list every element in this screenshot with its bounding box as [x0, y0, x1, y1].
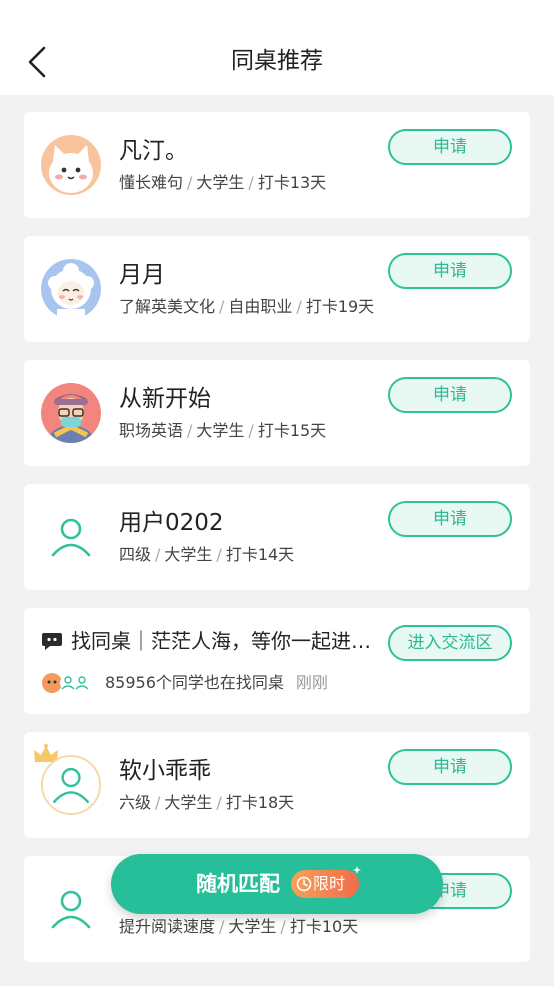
- avatar[interactable]: [41, 259, 101, 319]
- user-tags: 职场英语 / 大学生 / 打卡15天: [119, 420, 326, 442]
- promo-subtitle-row: 85956个同学也在找同桌 刚刚: [41, 672, 328, 694]
- limited-time-badge: 限时: [291, 866, 361, 898]
- tag-goal: 六级: [119, 793, 152, 812]
- promo-title-row: 找同桌｜茫茫人海，等你一起进…: [41, 626, 381, 656]
- default-user-icon: [41, 507, 101, 567]
- list-item[interactable]: 凡汀。 懂长难句 / 大学生 / 打卡13天 申请: [24, 112, 530, 218]
- user-name: 月月: [119, 262, 165, 288]
- tag-goal: 了解英美文化: [119, 297, 216, 316]
- avatar[interactable]: [41, 755, 101, 815]
- user-tags: 六级 / 大学生 / 打卡18天: [119, 792, 294, 814]
- cat-avatar-icon: [41, 135, 101, 195]
- mini-avatars-icon: [42, 673, 90, 693]
- timestamp: 刚刚: [295, 673, 328, 692]
- apply-button[interactable]: 申请: [388, 377, 512, 413]
- separator: /: [296, 297, 302, 316]
- enter-community-button[interactable]: 进入交流区: [388, 625, 512, 661]
- separator: /: [155, 793, 161, 812]
- user-tags: 四级 / 大学生 / 打卡14天: [119, 544, 294, 566]
- separator: /: [216, 545, 222, 564]
- tag-checkin: 打卡10天: [289, 917, 359, 936]
- seeker-count: 85956个同学也在找同桌: [105, 673, 284, 692]
- separator: /: [216, 793, 222, 812]
- tag-checkin: 打卡19天: [305, 297, 375, 316]
- avatar[interactable]: [41, 879, 101, 939]
- user-name: 凡汀。: [119, 138, 188, 164]
- tag-identity: 大学生: [196, 173, 245, 192]
- user-tags: 提升阅读速度 / 大学生 / 打卡10天: [119, 916, 358, 938]
- limited-time-label: 限时: [313, 874, 346, 893]
- tag-identity: 大学生: [164, 545, 213, 564]
- list-item[interactable]: 用户0202 四级 / 大学生 / 打卡14天 申请: [24, 484, 530, 590]
- user-tags: 了解英美文化 / 自由职业 / 打卡19天: [119, 296, 374, 318]
- avatar[interactable]: [41, 135, 101, 195]
- user-name: 从新开始: [119, 386, 211, 412]
- separator: /: [219, 297, 225, 316]
- separator: /: [248, 421, 254, 440]
- tag-goal: 职场英语: [119, 421, 184, 440]
- person-mask-avatar-icon: [41, 383, 101, 443]
- partner-list: 凡汀。 懂长难句 / 大学生 / 打卡13天 申请 月月 了解英美文化 / 自由…: [24, 112, 530, 980]
- avatar[interactable]: [41, 507, 101, 567]
- separator: /: [187, 421, 193, 440]
- tag-goal: 提升阅读速度: [119, 917, 216, 936]
- tag-checkin: 打卡14天: [225, 545, 295, 564]
- apply-button[interactable]: 申请: [388, 253, 512, 289]
- default-user-icon: [43, 757, 99, 813]
- top-bar: 同桌推荐: [0, 0, 554, 95]
- user-tags: 懂长难句 / 大学生 / 打卡13天: [119, 172, 326, 194]
- apply-button[interactable]: 申请: [388, 129, 512, 165]
- sparkle-icon: [353, 866, 361, 874]
- avatar[interactable]: [41, 383, 101, 443]
- tag-checkin: 打卡18天: [225, 793, 295, 812]
- tag-goal: 四级: [119, 545, 152, 564]
- separator: /: [219, 917, 225, 936]
- clock-icon: [296, 876, 312, 892]
- page-title: 同桌推荐: [231, 48, 323, 74]
- tag-checkin: 打卡13天: [257, 173, 327, 192]
- default-user-icon: [41, 879, 101, 939]
- apply-button[interactable]: 申请: [388, 501, 512, 537]
- tag-goal: 懂长难句: [119, 173, 184, 192]
- separator: /: [155, 545, 161, 564]
- list-item[interactable]: 月月 了解英美文化 / 自由职业 / 打卡19天 申请: [24, 236, 530, 342]
- avatar-stack: [41, 672, 91, 694]
- tag-identity: 大学生: [228, 917, 277, 936]
- user-name: 软小乖乖: [119, 758, 211, 784]
- tag-checkin: 打卡15天: [257, 421, 327, 440]
- chat-bubble-icon: [42, 633, 62, 650]
- list-item[interactable]: 软小乖乖 六级 / 大学生 / 打卡18天 申请: [24, 732, 530, 838]
- random-match-button[interactable]: 随机匹配 限时: [111, 854, 443, 914]
- separator: /: [280, 917, 286, 936]
- separator: /: [187, 173, 193, 192]
- tag-identity: 大学生: [164, 793, 213, 812]
- community-promo-card[interactable]: 找同桌｜茫茫人海，等你一起进… 85956个同学也在找同桌 刚刚 进入交流区: [24, 608, 530, 714]
- tag-identity: 自由职业: [228, 297, 293, 316]
- user-name: 用户0202: [119, 510, 224, 536]
- separator: /: [248, 173, 254, 192]
- promo-title: 找同桌｜茫茫人海，等你一起进…: [71, 629, 371, 653]
- random-match-label: 随机匹配: [196, 872, 280, 896]
- apply-button[interactable]: 申请: [388, 749, 512, 785]
- sheep-avatar-icon: [41, 259, 101, 319]
- tag-identity: 大学生: [196, 421, 245, 440]
- list-item[interactable]: 从新开始 职场英语 / 大学生 / 打卡15天 申请: [24, 360, 530, 466]
